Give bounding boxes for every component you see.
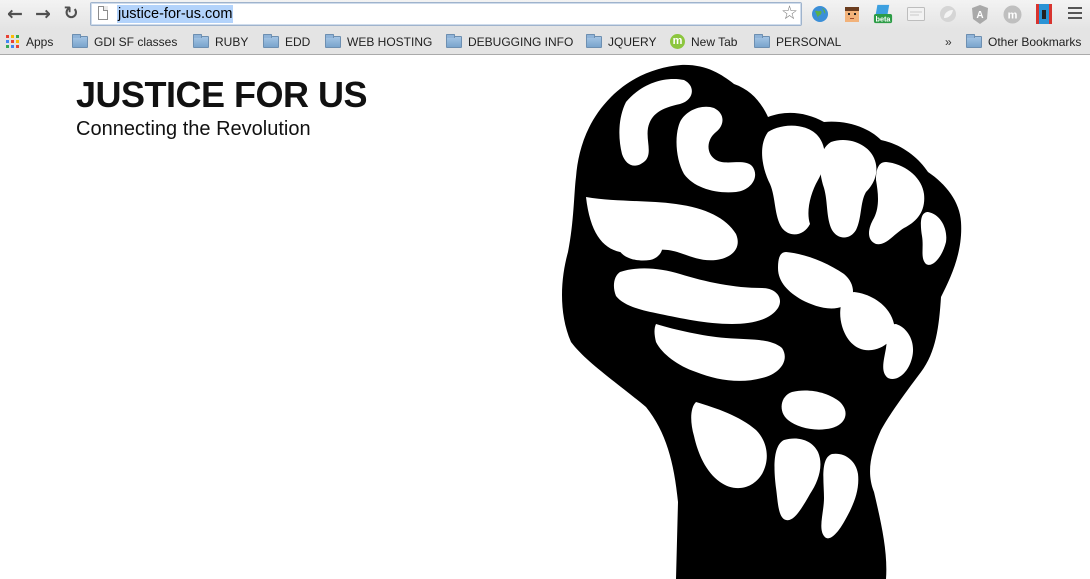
bookmark-apps[interactable]: Apps — [6, 33, 53, 50]
bookmark-folder-other-bookmarks[interactable]: Other Bookmarks — [966, 33, 1081, 50]
bookmark-label: Apps — [26, 34, 54, 49]
page-title: JUSTICE FOR US — [76, 74, 368, 115]
page-icon — [98, 6, 108, 20]
beta-extension-icon[interactable]: beta — [873, 4, 893, 24]
forward-arrow-icon: → — [35, 2, 51, 25]
folder-icon — [446, 33, 462, 48]
back-arrow-icon: ← — [7, 2, 23, 25]
bookmark-folder-debugging-info[interactable]: DEBUGGING INFO — [446, 33, 573, 50]
svg-text:A: A — [976, 10, 983, 21]
bookmark-label: EDD — [285, 34, 311, 49]
bookmark-label: GDI SF classes — [94, 34, 178, 49]
folder-icon — [586, 33, 602, 48]
browser-toolbar: ← → ↻ justice-for-us.com ☆ beta A m — [0, 0, 1090, 29]
bookmark-label: DEBUGGING INFO — [468, 34, 574, 49]
bookmarks-overflow-chevron-icon[interactable]: » — [945, 33, 952, 50]
folder-icon — [754, 33, 770, 48]
bookmark-folder-ruby[interactable]: RUBY — [193, 33, 248, 50]
forward-button[interactable]: → — [32, 4, 54, 24]
folder-icon — [72, 33, 88, 48]
bookmarks-bar: Apps GDI SF classes RUBY EDD WEB HOSTING… — [0, 29, 1090, 55]
angular-extension-icon[interactable]: A — [970, 4, 990, 24]
bookmark-folder-jquery[interactable]: JQUERY — [586, 33, 656, 50]
folder-icon — [193, 33, 209, 48]
browser-menu-icon[interactable] — [1068, 7, 1082, 22]
pin-extension-icon[interactable] — [1034, 4, 1054, 24]
globe-extension-icon[interactable] — [810, 4, 830, 24]
bookmark-label: PERSONAL — [776, 34, 842, 49]
bookmark-new-tab[interactable]: m New Tab — [670, 33, 737, 50]
leaf-extension-icon[interactable] — [938, 4, 958, 24]
url-text[interactable]: justice-for-us.com — [117, 5, 234, 23]
bookmark-label: WEB HOSTING — [347, 34, 433, 49]
reload-button[interactable]: ↻ — [60, 4, 82, 24]
bookmark-star-icon[interactable]: ☆ — [781, 3, 798, 24]
back-button[interactable]: ← — [4, 4, 26, 24]
raised-fist-icon — [562, 64, 962, 579]
reload-icon: ↻ — [63, 3, 79, 24]
pixel-face-extension-icon[interactable] — [842, 4, 862, 24]
folder-icon — [263, 33, 279, 48]
apps-grid-icon — [6, 35, 19, 48]
address-bar[interactable]: justice-for-us.com ☆ — [90, 2, 802, 26]
bookmark-label: New Tab — [691, 34, 738, 49]
bookmark-label: RUBY — [215, 34, 249, 49]
folder-icon — [966, 33, 982, 48]
bookmark-label: Other Bookmarks — [988, 34, 1082, 49]
page-subtitle: Connecting the Revolution — [76, 118, 311, 140]
svg-text:m: m — [1007, 9, 1017, 21]
bookmark-folder-gdi-sf-classes[interactable]: GDI SF classes — [72, 33, 177, 50]
bookmark-folder-personal[interactable]: PERSONAL — [754, 33, 841, 50]
bookmark-folder-web-hosting[interactable]: WEB HOSTING — [325, 33, 432, 50]
m-favicon-icon: m — [670, 34, 685, 49]
card-extension-icon[interactable] — [906, 4, 926, 24]
bookmark-label: JQUERY — [608, 34, 657, 49]
m-extension-icon[interactable]: m — [1002, 4, 1022, 24]
folder-icon — [325, 33, 341, 48]
svg-text:beta: beta — [876, 14, 892, 23]
bookmark-folder-edd[interactable]: EDD — [263, 33, 310, 50]
